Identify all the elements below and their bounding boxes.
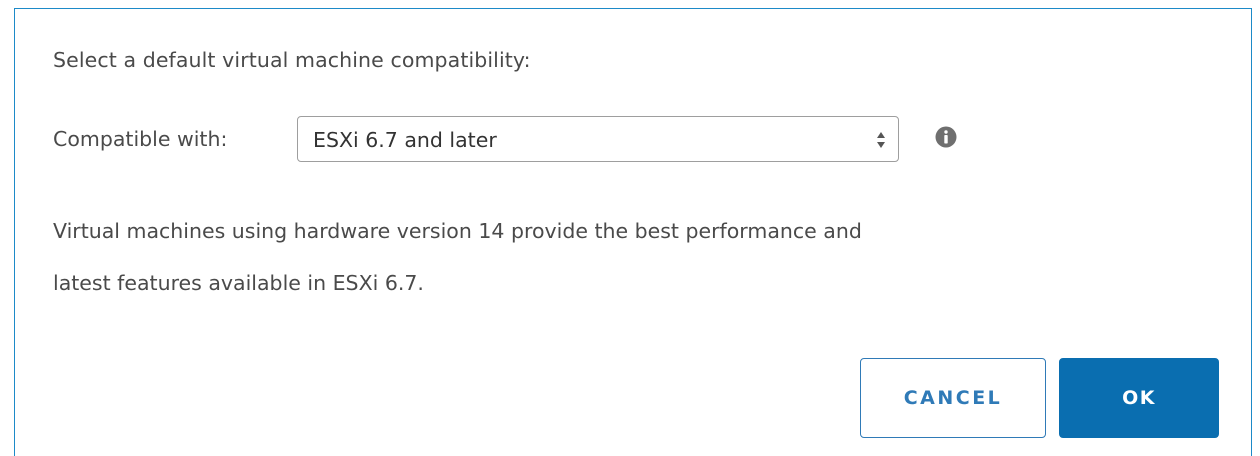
compatibility-select[interactable]: ESXi 6.7 and later <box>297 116 899 162</box>
ok-button[interactable]: OK <box>1059 358 1219 438</box>
description-line-1: Virtual machines using hardware version … <box>53 219 862 243</box>
compatible-with-label: Compatible with: <box>53 127 228 151</box>
compatibility-description: Virtual machines using hardware version … <box>53 205 1203 309</box>
info-icon[interactable] <box>935 126 957 148</box>
cancel-button[interactable]: CANCEL <box>860 358 1046 438</box>
dialog-prompt: Select a default virtual machine compati… <box>53 48 531 72</box>
compatibility-row: Compatible with: ESXi 6.7 and later <box>53 114 1153 164</box>
compatibility-select-value: ESXi 6.7 and later <box>313 128 497 152</box>
select-arrows-icon <box>877 132 885 148</box>
compatibility-dialog: Select a default virtual machine compati… <box>14 8 1252 456</box>
description-line-2: latest features available in ESXi 6.7. <box>53 271 424 295</box>
